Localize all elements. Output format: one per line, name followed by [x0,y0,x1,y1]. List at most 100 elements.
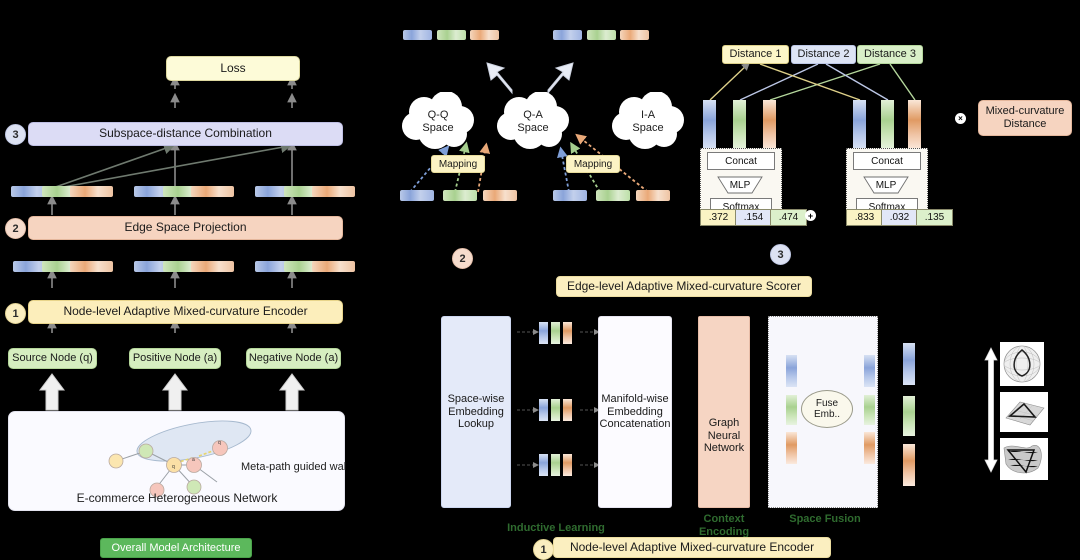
diagram-canvas: Loss 3 Subspace-distance Combination 2 E… [0,0,1080,560]
source-node-box: Source Node (q) [8,348,97,369]
mixed-curvature-distance-box: Mixed-curvature Distance [978,100,1072,136]
chip-orange [312,186,355,197]
svg-text:a: a [192,457,195,463]
chip-green [437,30,466,40]
manifold-wise-concatenation-column: Manifold-wise Embedding Concatenation [598,316,672,508]
overall-architecture-caption: Overall Model Architecture [100,538,252,558]
chip-green [587,30,616,40]
chip-green [443,190,477,201]
fuse-emb-ellipse: Fuse Emb.. [801,390,853,428]
chip-orange [70,186,113,197]
mapping-label-left: Mapping [431,155,485,173]
negative-node-box: Negative Node (a) [246,348,341,369]
chipv-blue [864,355,875,387]
chipv-green [903,396,915,436]
caption-inductive-learning: Inductive Learning [507,522,605,534]
chipv-orange [563,454,572,476]
distance-1-box: Distance 1 [722,45,789,64]
plus-operator: + [805,210,816,221]
chip-orange [470,30,499,40]
svg-text:q: q [218,440,221,446]
chip-orange [191,261,234,272]
ecommerce-network-box: q a q Meta-path guided walk E-commerce H… [8,411,346,511]
times-operator: × [955,113,966,124]
positive-node-box: Positive Node (a) [129,348,221,369]
caption-context-encoding: Context Encoding [698,513,750,538]
space-wise-embedding-lookup-column: Space-wise Embedding Lookup [441,316,511,508]
chipv-blue [539,454,548,476]
loss-box: Loss [166,56,300,81]
network-graph: q a q Meta-path guided walk E-commerce H… [77,420,346,505]
concat-row-left: Concat [707,152,775,170]
chipv-blue [539,399,548,421]
encoder-bottom-caption: Node-level Adaptive Mixed-curvature Enco… [553,537,831,558]
meta-path-walk-label: Meta-path guided walk [241,461,346,473]
loss-label: Loss [220,60,246,75]
node-encoder-box: Node-level Adaptive Mixed-curvature Enco… [28,300,343,324]
edge-space-projection-box: Edge Space Projection [28,216,343,240]
chipv-green [786,395,797,425]
chipv-orange [903,444,915,486]
edge-space-label: Edge Space Projection [124,220,247,235]
chipv-green [551,454,560,476]
chipv-green [733,100,746,150]
ia-space-cloud: I-A Space [612,92,684,152]
chipv-blue [786,355,797,387]
step-badge-1-bottom: 1 [533,539,554,560]
mlp-right: MLP [862,176,910,194]
euclidean-manifold-icon [1000,392,1048,432]
score-right-2: .032 [881,209,918,226]
chip-orange [70,261,113,272]
svg-text:q: q [172,464,175,470]
chipv-blue [703,100,716,150]
score-left-2: .154 [735,209,772,226]
subspace-distance-combination-box: Subspace-distance Combination [28,122,343,146]
chip-blue [400,190,434,201]
chipv-orange [563,322,572,344]
step-badge-3: 3 [5,124,26,145]
chipv-orange [786,432,797,464]
qa-space-cloud: Q-A Space [497,92,569,152]
chipv-green [551,322,560,344]
chip-blue [403,30,432,40]
distance-2-box: Distance 2 [791,45,856,64]
chipv-green [551,399,560,421]
score-left-3: .474 [770,209,807,226]
mlp-left: MLP [716,176,764,194]
caption-space-fusion: Space Fusion [789,513,861,525]
step-badge-1: 1 [5,303,26,324]
concat-row-right: Concat [853,152,921,170]
step-badge-2: 2 [5,218,26,239]
chip-orange [312,261,355,272]
score-right-3: .135 [916,209,953,226]
encoder-label: Node-level Adaptive Mixed-curvature Enco… [63,304,308,319]
chipv-orange [864,432,875,464]
chipv-orange [563,399,572,421]
mapping-label-right: Mapping [566,155,620,173]
chip-blue [553,30,582,40]
score-right-1: .833 [846,209,883,226]
step-badge-3-middle: 3 [770,244,791,265]
network-title: E-commerce Heterogeneous Network [77,491,279,505]
scorer-caption: Edge-level Adaptive Mixed-curvature Scor… [556,276,812,297]
chipv-orange [908,100,921,150]
graph-neural-network-column: Graph Neural Network [698,316,750,508]
hyperbolic-manifold-icon [1000,438,1048,480]
chipv-blue [539,322,548,344]
chipv-green [864,395,875,425]
subspace-label: Subspace-distance Combination [99,126,272,141]
chipv-orange [763,100,776,150]
chip-orange [636,190,670,201]
chip-green [596,190,630,201]
chipv-blue [853,100,866,150]
spherical-manifold-icon [1000,342,1044,386]
chip-blue [553,190,587,201]
qq-space-cloud: Q-Q Space [402,92,474,152]
chip-orange [620,30,649,40]
chipv-green [881,100,894,150]
chip-orange [483,190,517,201]
step-badge-2-middle: 2 [452,248,473,269]
chip-orange [191,186,234,197]
chipv-blue [903,343,915,385]
score-left-1: .372 [700,209,737,226]
